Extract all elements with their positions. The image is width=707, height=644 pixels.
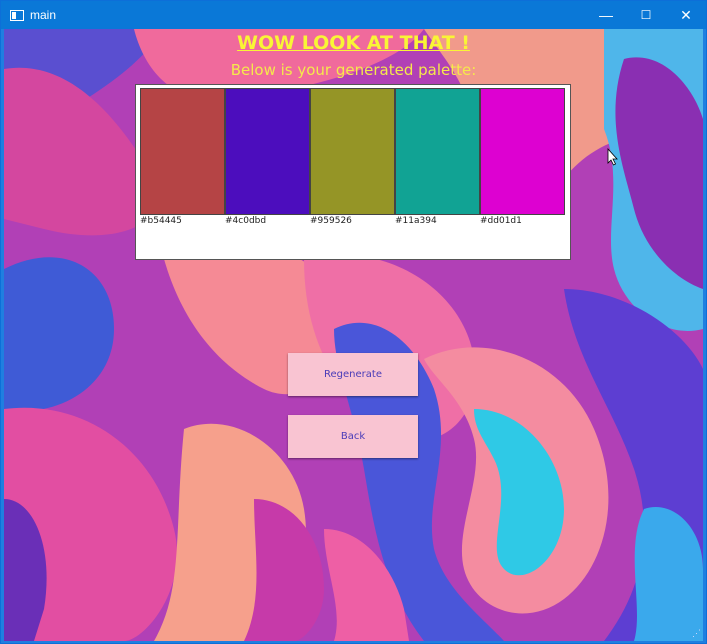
page-title: WOW LOOK AT THAT ! <box>237 32 470 54</box>
window-app-icon <box>10 9 24 21</box>
page-subtitle: Below is your generated palette: <box>230 61 477 79</box>
swatch-3-hex-label: #959526 <box>310 216 352 226</box>
swatch-5-hex-label: #dd01d1 <box>480 216 522 226</box>
title-bar[interactable]: main — ☐ ✕ <box>1 1 706 29</box>
window-title: main <box>30 8 57 22</box>
swatch-2-hex-label: #4c0dbd <box>225 216 267 226</box>
palette-panel: #b54445 #4c0dbd #959526 #11a394 #dd01d1 <box>135 84 571 260</box>
window-controls: — ☐ ✕ <box>586 1 706 29</box>
app-window: main — ☐ ✕ WOW LOOK AT THAT ! Below is y… <box>0 0 707 644</box>
swatch-3 <box>310 88 395 215</box>
swatch-4-hex-label: #11a394 <box>395 216 437 226</box>
swatch-1-hex-label: #b54445 <box>140 216 182 226</box>
maximize-button[interactable]: ☐ <box>626 1 666 29</box>
mouse-cursor-icon <box>607 148 618 166</box>
close-button[interactable]: ✕ <box>666 1 706 29</box>
resize-grip-icon[interactable]: ⋰ <box>692 628 701 639</box>
swatch-4 <box>395 88 480 215</box>
swatch-5 <box>480 88 565 215</box>
swatch-1 <box>140 88 225 215</box>
window-client-area: WOW LOOK AT THAT ! Below is your generat… <box>4 29 703 641</box>
swatch-2 <box>225 88 310 215</box>
minimize-button[interactable]: — <box>586 1 626 29</box>
regenerate-button[interactable]: Regenerate <box>288 353 418 396</box>
back-button[interactable]: Back <box>288 415 418 458</box>
